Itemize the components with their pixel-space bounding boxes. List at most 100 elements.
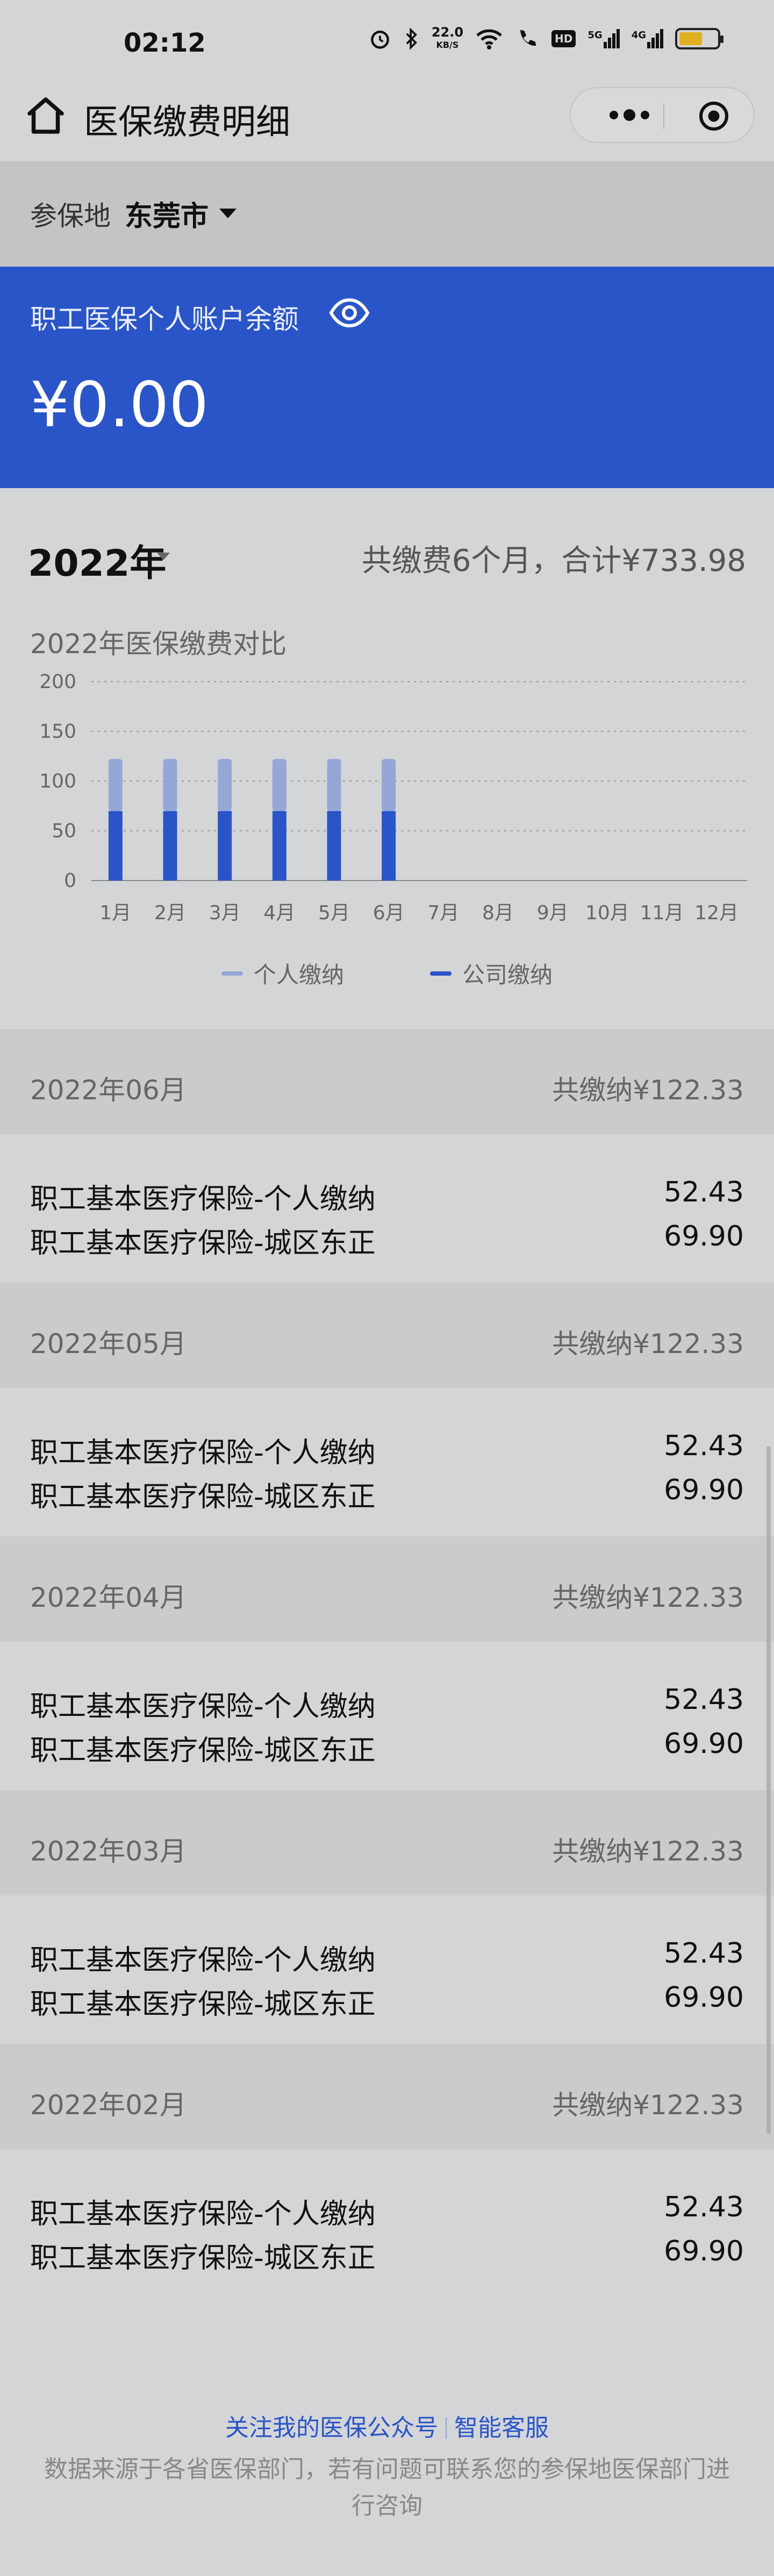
capsule-divider (663, 103, 664, 129)
month-label: 2022年04月 (30, 1582, 187, 1613)
signal1-label: 5G (587, 30, 603, 41)
x-tick-label: 1月 (99, 902, 131, 924)
year-caret-icon[interactable] (157, 553, 170, 560)
bar-personal (327, 759, 341, 811)
wifi-icon (476, 29, 502, 49)
payment-item-amount: 52.43 (664, 1684, 744, 1716)
payment-item-name: 职工基本医疗保险-个人缴纳 (30, 1183, 376, 1215)
region-label: 参保地 (30, 201, 111, 232)
legend-label-personal: 个人缴纳 (253, 962, 344, 988)
payment-item-amount: 69.90 (664, 2235, 744, 2267)
bar-company (218, 811, 232, 881)
y-tick-label: 50 (52, 820, 76, 842)
payment-item-name: 职工基本医疗保险-城区东正 (30, 1735, 376, 1767)
month-header: 2022年06月 共缴纳¥122.33 (0, 1029, 774, 1134)
footer: 关注我的医保公众号 智能客服 数据来源于各省医保部门，若有问题可联系您的参保地医保… (0, 2301, 774, 2576)
month-total: 共缴纳¥122.33 (552, 1582, 744, 1613)
region-value[interactable]: 东莞市 (125, 194, 209, 234)
net-speed-unit: KB/S (436, 40, 459, 50)
signal2-label: 4G (631, 30, 646, 41)
mini-program-capsule (570, 87, 755, 143)
payment-item-row: 职工基本医疗保险-个人缴纳 52.43 (30, 1684, 744, 1723)
balance-amount: ¥0.00 (30, 369, 209, 441)
year-summary-section: 2022年 共缴费6个月，合计¥733.98 2022年医保缴费对比 0 50 10… (0, 488, 774, 1029)
payment-item-name: 职工基本医疗保险-个人缴纳 (30, 1944, 376, 1977)
payment-item-name: 职工基本医疗保险-个人缴纳 (30, 2198, 376, 2230)
payment-item-row: 职工基本医疗保险-城区东正 69.90 (30, 1220, 744, 1260)
bar-company (108, 811, 123, 881)
y-tick-label: 200 (39, 671, 76, 693)
footer-links: 关注我的医保公众号 智能客服 (0, 2408, 774, 2443)
legend-item-company: 公司缴纳 (430, 957, 553, 990)
payment-item-row: 职工基本医疗保险-城区东正 69.90 (30, 1728, 744, 1767)
month-label: 2022年06月 (30, 1075, 187, 1106)
bar-personal (108, 759, 123, 811)
payment-item-amount: 52.43 (664, 1176, 744, 1208)
home-icon[interactable] (22, 91, 70, 140)
x-tick-label: 6月 (373, 902, 405, 924)
payment-item-amount: 52.43 (664, 2191, 744, 2223)
bar-company (382, 811, 396, 881)
x-tick-label: 9月 (537, 902, 569, 924)
payment-bar-chart: 0 50 100 150 200 1月 2月 3月 4月 5月 6月 7月 8月 9月 10月 11月 12月 (39, 671, 747, 924)
battery-icon (675, 28, 723, 49)
smart-customer-service-link[interactable]: 智能客服 (454, 2414, 549, 2442)
payment-item-amount: 69.90 (664, 1474, 744, 1506)
legend-item-personal: 个人缴纳 (221, 957, 344, 990)
scrollbar[interactable] (766, 1446, 771, 2134)
signal-icon-2: 4G (632, 29, 663, 48)
page-title: 医保缴费明细 (84, 103, 290, 142)
payment-item-row: 职工基本医疗保险-个人缴纳 52.43 (30, 2191, 744, 2230)
payment-item-amount: 69.90 (664, 1728, 744, 1760)
year-selector[interactable]: 2022年 (28, 533, 166, 586)
hd-badge: HD (551, 30, 576, 47)
x-tick-label: 5月 (318, 902, 350, 924)
month-total: 共缴纳¥122.33 (552, 1836, 744, 1867)
x-tick-label: 8月 (482, 902, 514, 924)
month-items: 职工基本医疗保险-个人缴纳 52.43 职工基本医疗保险-城区东正 69.90 (0, 1895, 774, 2044)
x-tick-label: 12月 (694, 902, 739, 924)
month-header: 2022年02月 共缴纳¥122.33 (0, 2044, 774, 2149)
month-header: 2022年05月 共缴纳¥122.33 (0, 1283, 774, 1388)
x-tick-label: 2月 (154, 902, 186, 924)
y-tick-label: 100 (39, 770, 76, 792)
legend-label-company: 公司缴纳 (462, 962, 553, 988)
month-items: 职工基本医疗保险-个人缴纳 52.43 职工基本医疗保险-城区东正 69.90 (0, 1134, 774, 1283)
monthly-records-list: 2022年06月 共缴纳¥122.33 职工基本医疗保险-个人缴纳 52.43 职工基本… (0, 1029, 774, 2298)
month-total: 共缴纳¥122.33 (552, 1075, 744, 1106)
more-icon[interactable] (600, 103, 659, 127)
payment-item-name: 职工基本医疗保险-个人缴纳 (30, 1691, 376, 1723)
footer-note: 数据来源于各省医保部门，若有问题可联系您的参保地医保部门进行咨询 (44, 2456, 730, 2520)
bar-company (163, 811, 177, 881)
month-total: 共缴纳¥122.33 (552, 1328, 744, 1359)
month-header: 2022年04月 共缴纳¥122.33 (0, 1536, 774, 1642)
payment-item-name: 职工基本医疗保险-城区东正 (30, 1227, 376, 1260)
bluetooth-icon (406, 27, 417, 50)
month-items: 职工基本医疗保险-个人缴纳 52.43 职工基本医疗保险-城区东正 69.90 (0, 1388, 774, 1536)
payment-item-amount: 69.90 (664, 1220, 744, 1253)
month-items: 职工基本医疗保险-个人缴纳 52.43 职工基本医疗保险-城区东正 69.90 (0, 1642, 774, 1790)
x-tick-label: 11月 (640, 902, 684, 924)
payment-item-row: 职工基本医疗保险-城区东正 69.90 (30, 1474, 744, 1513)
bar-company (327, 811, 341, 881)
x-tick-label: 4月 (263, 902, 295, 924)
month-total: 共缴纳¥122.33 (552, 2090, 744, 2121)
status-time: 02:12 (124, 28, 206, 58)
year-summary-text: 共缴费6个月，合计¥733.98 (361, 543, 746, 578)
x-tick-label: 7月 (427, 902, 459, 924)
legend-swatch-company (430, 971, 452, 976)
signal-icon-1: 5G (587, 29, 620, 48)
region-selector[interactable]: 参保地 东莞市 (0, 161, 774, 267)
caret-down-icon[interactable] (219, 209, 236, 218)
close-target-icon[interactable] (698, 100, 730, 132)
balance-label: 职工医保个人账户余额 (30, 304, 299, 335)
alarm-icon (370, 30, 389, 49)
eye-icon[interactable] (329, 298, 370, 328)
legend-swatch-personal (221, 971, 243, 976)
payment-item-name: 职工基本医疗保险-城区东正 (30, 2242, 376, 2274)
follow-official-account-link[interactable]: 关注我的医保公众号 (225, 2414, 438, 2442)
payment-item-amount: 69.90 (664, 1981, 744, 2014)
net-speed: 22.0 KB/S (432, 26, 463, 52)
payment-item-row: 职工基本医疗保险-个人缴纳 52.43 (30, 1176, 744, 1215)
payment-item-row: 职工基本医疗保险-城区东正 69.90 (30, 1981, 744, 2021)
